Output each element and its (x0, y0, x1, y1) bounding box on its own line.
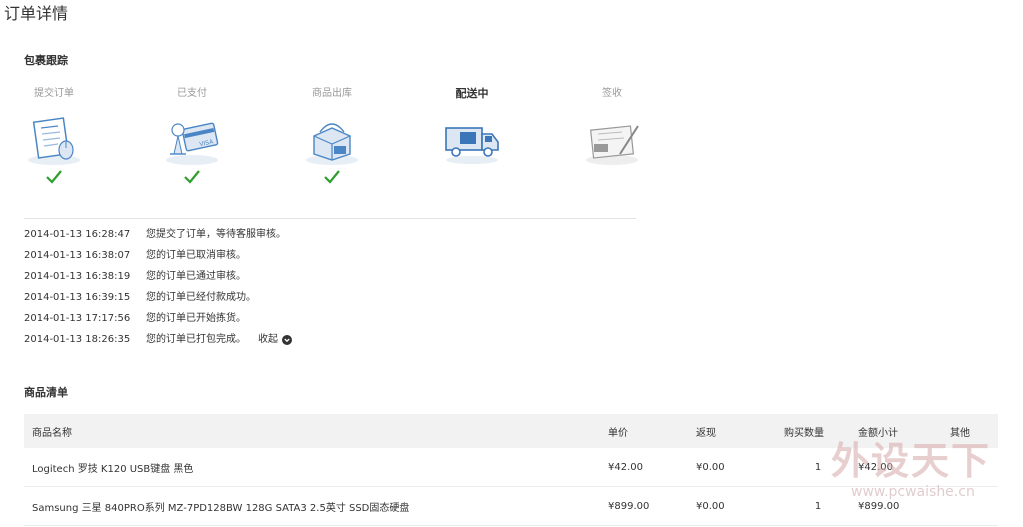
column-header-price: 单价 (608, 427, 628, 439)
log-time: 2014-01-13 16:39:15 (24, 292, 131, 303)
log-entry: 2014-01-13 16:38:19 您的订单已通过审核。 (24, 266, 644, 287)
product-qty: 1 (814, 461, 822, 473)
page-title: 订单详情 (4, 4, 69, 23)
step-label: 提交订单 (34, 88, 74, 99)
product-rebate: ¥0.00 (696, 500, 725, 512)
collapse-label: 收起 (258, 334, 278, 345)
chevron-down-circle-icon (282, 334, 292, 345)
product-rebate: ¥0.00 (696, 461, 725, 473)
log-message: 您的订单已通过审核。 (146, 271, 246, 282)
log-message: 您的订单已开始拣货。 (146, 313, 246, 324)
log-entry: 2014-01-13 16:38:07 您的订单已取消审核。 (24, 245, 644, 266)
step-signed: 签收 (572, 86, 652, 166)
column-header-total: 金额小计 (858, 427, 898, 439)
product-total: ¥899.00 (858, 500, 900, 512)
log-message: 您的订单已经付款成功。 (146, 292, 256, 303)
progress-steps: 提交订单 已支付 VISA 商品出库 配送中 签收 (0, 86, 660, 206)
product-price: ¥899.00 (608, 500, 650, 512)
log-time: 2014-01-13 18:26:35 (24, 334, 131, 345)
log-entry: 2014-01-13 18:26:35 您的订单已打包完成。 收起 (24, 329, 644, 350)
product-table-header: 商品名称 单价 返现 购买数量 金额小计 其他 (24, 414, 998, 448)
step-delivering: 配送中 (432, 86, 512, 166)
divider (24, 218, 636, 219)
step-paid: 已支付 VISA (152, 86, 232, 184)
product-name[interactable]: Logitech 罗技 K120 USB键盘 黑色 (32, 448, 193, 486)
column-header-name: 商品名称 (32, 427, 72, 439)
product-price: ¥42.00 (608, 461, 643, 473)
log-message: 您的订单已取消审核。 (146, 250, 246, 261)
log-entry: 2014-01-13 16:28:47 您提交了订单，等待客服审核。 (24, 224, 644, 245)
check-icon (324, 170, 340, 184)
step-label: 已支付 (177, 88, 207, 99)
collapse-button[interactable]: 收起 (258, 329, 292, 350)
package-box-icon (306, 123, 358, 165)
tracking-section-title: 包裹跟踪 (24, 54, 68, 67)
payment-card-icon: VISA (166, 122, 219, 165)
log-entry: 2014-01-13 17:17:56 您的订单已开始拣货。 (24, 308, 644, 329)
product-total: ¥42.00 (858, 461, 893, 473)
column-header-rebate: 返现 (696, 427, 716, 439)
step-out-of-warehouse: 商品出库 (292, 86, 372, 184)
signature-document-icon (586, 125, 639, 165)
log-message: 您的订单已打包完成。 (146, 334, 246, 345)
table-row: Samsung 三星 840PRO系列 MZ-7PD128BW 128G SAT… (24, 487, 998, 526)
order-form-icon (28, 117, 80, 165)
step-label: 配送中 (455, 87, 489, 100)
log-time: 2014-01-13 17:17:56 (24, 313, 131, 324)
column-header-qty: 购买数量 (784, 427, 824, 439)
products-section-title: 商品清单 (24, 386, 68, 399)
step-label: 签收 (602, 88, 622, 99)
column-header-other: 其他 (950, 427, 970, 439)
check-icon (46, 170, 62, 184)
log-entry: 2014-01-13 16:39:15 您的订单已经付款成功。 (24, 287, 644, 308)
step-submit-order: 提交订单 (14, 86, 94, 184)
log-time: 2014-01-13 16:28:47 (24, 229, 131, 240)
log-time: 2014-01-13 16:38:19 (24, 271, 131, 282)
step-label: 商品出库 (312, 88, 352, 99)
product-qty: 1 (814, 500, 822, 512)
check-icon (184, 170, 200, 184)
product-name[interactable]: Samsung 三星 840PRO系列 MZ-7PD128BW 128G SAT… (32, 487, 409, 525)
log-message: 您提交了订单，等待客服审核。 (146, 229, 286, 240)
tracking-log: 2014-01-13 16:28:47 您提交了订单，等待客服审核。 2014-… (24, 224, 644, 350)
log-time: 2014-01-13 16:38:07 (24, 250, 131, 261)
table-row: Logitech 罗技 K120 USB键盘 黑色 ¥42.00 ¥0.00 1… (24, 448, 998, 487)
delivery-truck-icon (445, 127, 499, 164)
